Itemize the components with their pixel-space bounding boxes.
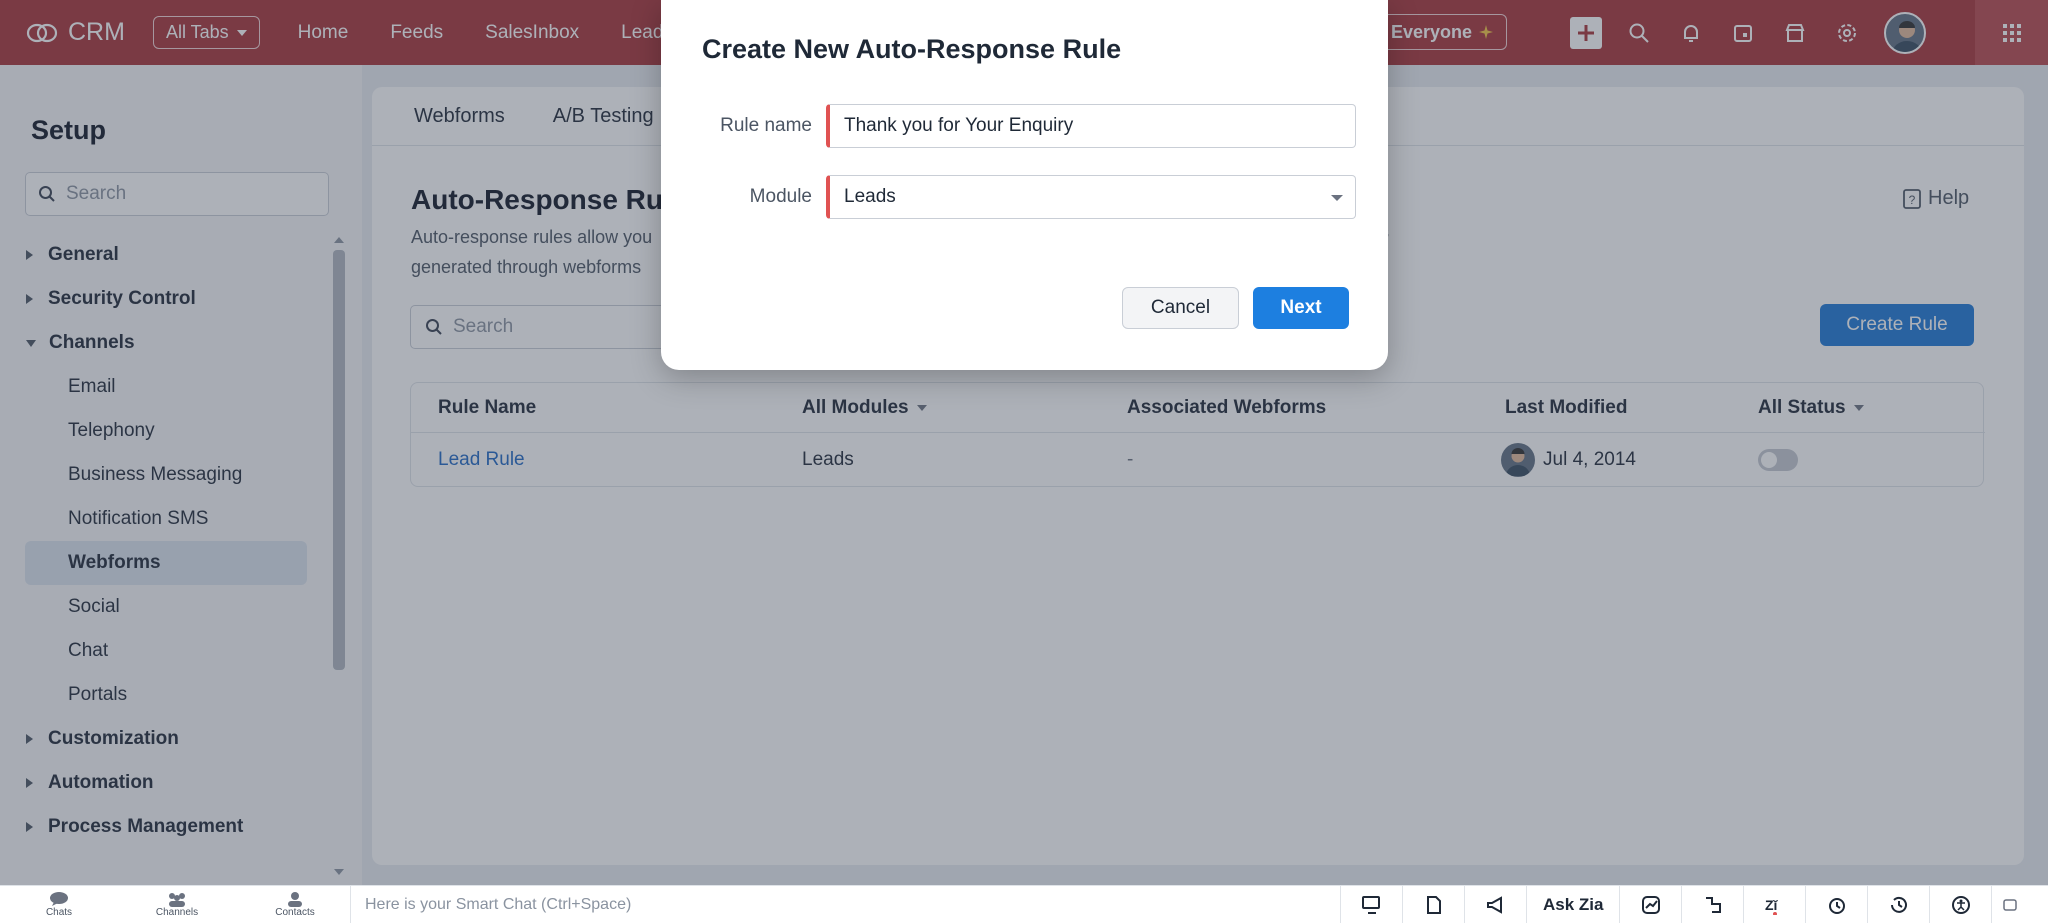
alarm-clock-icon: [1828, 898, 1845, 914]
next-button[interactable]: Next: [1253, 287, 1349, 329]
accessibility-icon: [1951, 896, 1970, 914]
bottom-bar: Chats Channels Contacts Here is your Sma…: [0, 885, 2048, 923]
history-button[interactable]: [1867, 886, 1929, 923]
bottom-item-label: Contacts: [275, 907, 315, 918]
rule-name-input[interactable]: Thank you for Your Enquiry: [826, 104, 1356, 148]
rule-name-value: Thank you for Your Enquiry: [844, 115, 1074, 136]
module-select[interactable]: Leads: [826, 175, 1356, 219]
contacts-icon: [288, 892, 302, 907]
ask-zia-button[interactable]: Ask Zia: [1526, 886, 1619, 923]
signals-button[interactable]: [1681, 886, 1743, 923]
document-icon: [1426, 896, 1441, 914]
module-label: Module: [749, 186, 812, 207]
bottom-contacts[interactable]: Contacts: [236, 891, 354, 918]
accessibility-button[interactable]: [1929, 886, 1991, 923]
zia-icon: Zĭ: [1765, 897, 1779, 915]
analytics-button[interactable]: [1619, 886, 1681, 923]
bottom-chats[interactable]: Chats: [0, 891, 118, 918]
signal-icon: [1705, 897, 1721, 913]
dialog-title: Create New Auto-Response Rule: [702, 34, 1122, 64]
tray-icon: [2003, 899, 2017, 911]
analytics-icon: [1641, 896, 1660, 914]
screen-share-button[interactable]: [1340, 886, 1402, 923]
bottom-channels[interactable]: Channels: [118, 891, 236, 918]
megaphone-icon: [1486, 896, 1502, 914]
smart-chat-input[interactable]: Here is your Smart Chat (Ctrl+Space): [350, 886, 1340, 923]
chat-bubble-icon: [50, 892, 68, 906]
records-button[interactable]: [1402, 886, 1464, 923]
svg-text:Zĭ: Zĭ: [1765, 897, 1779, 913]
rule-name-label: Rule name: [720, 115, 812, 136]
history-icon: [1890, 896, 1907, 913]
monitor-icon: [1361, 896, 1380, 914]
chevron-down-icon: [1331, 195, 1343, 201]
bottom-tools: Ask Zia Zĭ: [1340, 886, 2027, 923]
reminders-button[interactable]: [1805, 886, 1867, 923]
cancel-button[interactable]: Cancel: [1122, 287, 1239, 329]
bottom-item-label: Chats: [45, 907, 73, 918]
smart-chat-placeholder: Here is your Smart Chat (Ctrl+Space): [365, 896, 632, 913]
module-value: Leads: [844, 186, 896, 207]
more-tools-button[interactable]: [1991, 886, 2027, 923]
announcements-button[interactable]: [1464, 886, 1526, 923]
bottom-item-label: Channels: [155, 907, 199, 918]
channels-icon: [169, 893, 185, 907]
zia-button[interactable]: Zĭ: [1743, 886, 1805, 923]
create-rule-dialog: Create New Auto-Response Rule Rule name …: [661, 0, 1388, 370]
